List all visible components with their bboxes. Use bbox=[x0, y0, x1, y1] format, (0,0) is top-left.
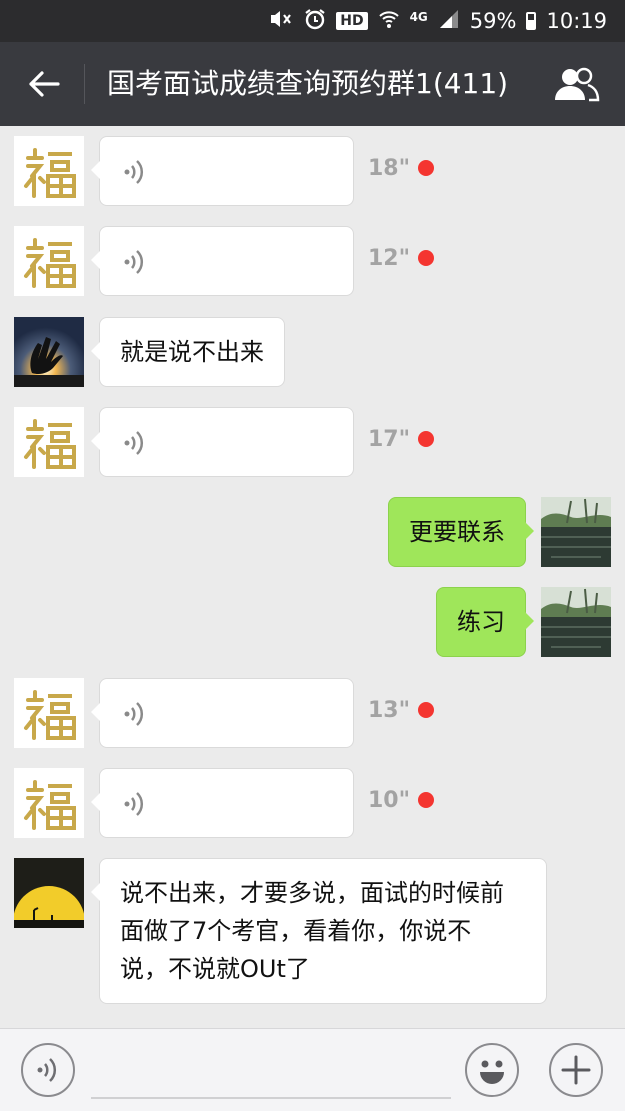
unread-dot bbox=[418, 431, 434, 447]
fu-character-logo bbox=[14, 136, 84, 206]
text-message-bubble[interactable]: 说不出来，才要多说，面试的时候前 面做了7个考官，看着你，你说不 说，不说就OU… bbox=[91, 858, 547, 1004]
title-divider bbox=[84, 64, 85, 104]
message-text: 就是说不出来 bbox=[0, 317, 625, 387]
unread-dot bbox=[418, 250, 434, 266]
message-voice: 12" bbox=[0, 226, 625, 296]
voice-wave-icon bbox=[124, 250, 144, 274]
voice-wave-icon bbox=[124, 702, 144, 726]
message-text-outgoing: 更要联系 bbox=[0, 497, 625, 567]
unread-dot bbox=[418, 792, 434, 808]
message-text-content: 就是说不出来 bbox=[120, 338, 264, 366]
voice-input-button[interactable] bbox=[21, 1043, 75, 1097]
message-text: 说不出来，才要多说，面试的时候前 面做了7个考官，看着你，你说不 说，不说就OU… bbox=[0, 858, 625, 1008]
voice-duration: 13" bbox=[368, 698, 411, 723]
lake-avatar[interactable] bbox=[541, 497, 611, 567]
fu-avatar[interactable] bbox=[14, 678, 84, 748]
message-text-content: 练习 bbox=[457, 608, 505, 636]
chat-message-list[interactable]: 18" 12" 就是说不出来 17" 更要联系 练习 13" 10" 说不出来，… bbox=[0, 126, 625, 1028]
emoji-button[interactable] bbox=[465, 1043, 519, 1097]
yellow-sunset-avatar[interactable] bbox=[14, 858, 84, 928]
fu-avatar[interactable] bbox=[14, 136, 84, 206]
wifi-icon bbox=[378, 9, 400, 33]
message-voice: 10" bbox=[0, 768, 625, 838]
lake-image bbox=[541, 497, 611, 567]
lake-image bbox=[541, 587, 611, 657]
voice-wave-icon bbox=[124, 792, 144, 816]
fu-character-logo bbox=[14, 768, 84, 838]
text-message-bubble[interactable]: 练习 bbox=[436, 587, 534, 657]
yellow-sunset-image bbox=[14, 858, 84, 928]
hd-badge: HD bbox=[336, 12, 368, 30]
voice-wave-icon bbox=[124, 431, 144, 455]
voice-duration: 17" bbox=[368, 427, 411, 452]
alarm-icon bbox=[304, 8, 326, 34]
group-members-icon bbox=[555, 67, 600, 102]
mute-vibrate-icon bbox=[268, 8, 294, 34]
voice-message-bubble[interactable] bbox=[91, 768, 354, 838]
back-button[interactable] bbox=[22, 60, 66, 108]
voice-message-bubble[interactable] bbox=[91, 136, 354, 206]
text-message-bubble[interactable]: 就是说不出来 bbox=[91, 317, 285, 387]
fu-character-logo bbox=[14, 407, 84, 477]
message-text-content: 说不出来，才要多说，面试的时候前 面做了7个考官，看着你，你说不 说，不说就OU… bbox=[120, 879, 504, 983]
clock: 10:19 bbox=[546, 9, 607, 33]
battery-percent: 59% bbox=[469, 9, 517, 33]
message-input[interactable] bbox=[91, 1097, 451, 1099]
fu-character-logo bbox=[14, 678, 84, 748]
voice-message-bubble[interactable] bbox=[91, 678, 354, 748]
network-type: 4G bbox=[409, 10, 428, 24]
voice-duration: 18" bbox=[368, 156, 411, 181]
more-actions-button[interactable] bbox=[549, 1043, 603, 1097]
message-voice: 18" bbox=[0, 136, 625, 206]
hand-sunset-image bbox=[14, 317, 84, 387]
unread-dot bbox=[418, 702, 434, 718]
fu-character-logo bbox=[14, 226, 84, 296]
voice-input-icon bbox=[37, 1058, 57, 1082]
voice-duration: 10" bbox=[368, 788, 411, 813]
hand-sunset-avatar[interactable] bbox=[14, 317, 84, 387]
fu-avatar[interactable] bbox=[14, 407, 84, 477]
fu-avatar[interactable] bbox=[14, 768, 84, 838]
message-voice: 13" bbox=[0, 678, 625, 748]
unread-dot bbox=[418, 160, 434, 176]
voice-duration: 12" bbox=[368, 246, 411, 271]
voice-wave-icon bbox=[124, 160, 144, 184]
input-bar bbox=[0, 1028, 625, 1111]
title-bar: 国考面试成绩查询预约群1(411) bbox=[0, 42, 625, 126]
message-text-outgoing: 练习 bbox=[0, 587, 625, 657]
lake-avatar[interactable] bbox=[541, 587, 611, 657]
message-voice: 17" bbox=[0, 407, 625, 477]
voice-message-bubble[interactable] bbox=[91, 226, 354, 296]
fu-avatar[interactable] bbox=[14, 226, 84, 296]
plus-icon bbox=[561, 1055, 591, 1085]
voice-message-bubble[interactable] bbox=[91, 407, 354, 477]
message-text-content: 更要联系 bbox=[409, 518, 505, 546]
status-bar: HD 4G 59% 10:19 bbox=[0, 0, 625, 42]
text-message-bubble[interactable]: 更要联系 bbox=[388, 497, 534, 567]
group-members-button[interactable] bbox=[548, 62, 604, 106]
page-title: 国考面试成绩查询预约群1(411) bbox=[107, 67, 509, 100]
battery-icon bbox=[526, 12, 537, 30]
arrow-left-icon bbox=[29, 71, 60, 97]
emoji-icon bbox=[480, 1060, 504, 1084]
signal-icon bbox=[438, 9, 460, 33]
